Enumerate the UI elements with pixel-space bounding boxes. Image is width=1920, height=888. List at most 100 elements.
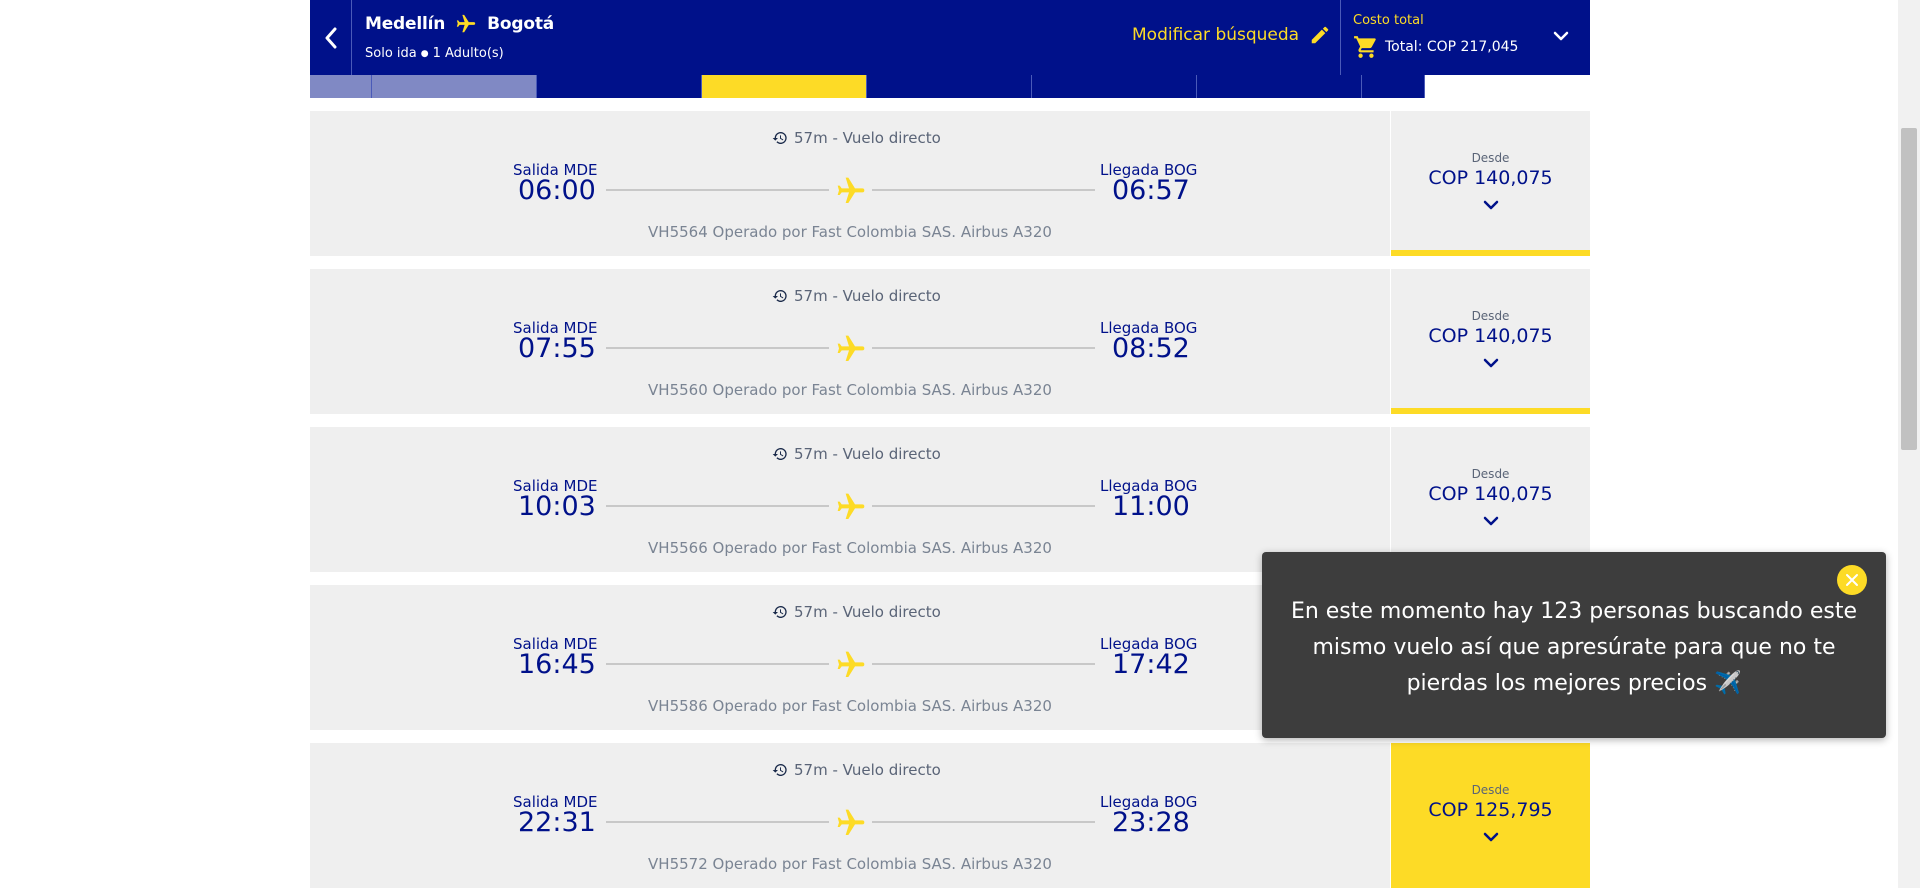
date-tab[interactable] <box>537 75 702 98</box>
flight-duration: 57m - Vuelo directo <box>772 603 941 621</box>
flight-info: 57m - Vuelo directo Salida MDE 06:00 Lle… <box>310 111 1390 256</box>
flight-operator: VH5566 Operado por Fast Colombia SAS. Ai… <box>648 539 1052 557</box>
cost-label: Costo total <box>1353 13 1424 28</box>
price-value: COP 140,075 <box>1428 325 1553 347</box>
date-tab[interactable] <box>1197 75 1362 98</box>
total-cost-panel: Costo total Total: COP 217,045 <box>1340 0 1591 75</box>
departure-time: 07:55 <box>518 333 596 364</box>
departure-time: 22:31 <box>518 807 596 838</box>
route: Medellín Bogotá <box>365 13 554 35</box>
airplane-icon <box>837 809 865 835</box>
price-from-label: Desde <box>1471 467 1510 481</box>
route-line <box>606 505 829 507</box>
modify-search-button[interactable]: Modificar búsqueda <box>1132 24 1331 46</box>
airplane-icon <box>837 177 865 203</box>
toast-close-button[interactable] <box>1837 565 1867 595</box>
airplane-icon <box>456 14 476 33</box>
route-line <box>872 821 1095 823</box>
arrival-time: 08:52 <box>1112 333 1190 364</box>
flight-duration: 57m - Vuelo directo <box>772 129 941 147</box>
fare-price-button[interactable]: Desde COP 140,075 <box>1391 427 1590 572</box>
arrival-time: 17:42 <box>1112 649 1190 680</box>
date-tab[interactable] <box>310 75 372 98</box>
date-tab[interactable] <box>702 75 867 98</box>
passengers: 1 Adulto(s) <box>432 46 504 61</box>
route-line <box>872 505 1095 507</box>
origin-city: Medellín <box>365 14 446 34</box>
route-line <box>606 347 829 349</box>
chevron-down-icon <box>1483 200 1499 210</box>
date-tab-strip <box>310 75 1590 98</box>
flight-operator: VH5560 Operado por Fast Colombia SAS. Ai… <box>648 381 1052 399</box>
duration-text: 57m - Vuelo directo <box>794 761 941 779</box>
close-icon <box>1846 574 1858 586</box>
toast-message: En este momento hay 123 personas buscand… <box>1290 599 1858 696</box>
departure-time: 10:03 <box>518 491 596 522</box>
price-from-label: Desde <box>1471 151 1510 165</box>
route-line <box>606 663 829 665</box>
page-scrollbar-thumb[interactable] <box>1901 128 1917 450</box>
airplane-icon <box>837 335 865 361</box>
arrival-time: 23:28 <box>1112 807 1190 838</box>
trip-info: Solo ida ● 1 Adulto(s) <box>365 46 504 61</box>
separator-dot: ● <box>420 49 429 59</box>
date-tab[interactable] <box>867 75 1032 98</box>
trip-type: Solo ida <box>365 46 417 61</box>
flight-duration: 57m - Vuelo directo <box>772 761 941 779</box>
flight-info: 57m - Vuelo directo Salida MDE 22:31 Lle… <box>310 743 1390 888</box>
flight-results-page: Medellín Bogotá Solo ida ● 1 Adulto(s) Mod… <box>310 0 1590 888</box>
flight-operator: VH5564 Operado por Fast Colombia SAS. Ai… <box>648 223 1052 241</box>
departure-time: 06:00 <box>518 175 596 206</box>
chevron-down-icon <box>1483 358 1499 368</box>
destination-city: Bogotá <box>487 14 555 34</box>
duration-text: 57m - Vuelo directo <box>794 445 941 463</box>
flight-operator: VH5586 Operado por Fast Colombia SAS. Ai… <box>648 697 1052 715</box>
modify-search-label: Modificar búsqueda <box>1132 25 1300 45</box>
airplane-icon <box>837 651 865 677</box>
duration-text: 57m - Vuelo directo <box>794 129 941 147</box>
flight-card[interactable]: 57m - Vuelo directo Salida MDE 06:00 Lle… <box>310 111 1590 256</box>
cost-total-row: Total: COP 217,045 <box>1353 34 1518 60</box>
history-icon <box>772 448 787 460</box>
price-value: COP 140,075 <box>1428 167 1553 189</box>
date-tab[interactable] <box>1032 75 1197 98</box>
chevron-left-icon <box>325 27 336 48</box>
history-icon <box>772 764 787 776</box>
price-value: COP 140,075 <box>1428 483 1553 505</box>
route-line <box>872 189 1095 191</box>
duration-text: 57m - Vuelo directo <box>794 603 941 621</box>
history-icon <box>772 132 787 144</box>
chevron-down-icon <box>1483 832 1499 842</box>
urgency-toast: En este momento hay 123 personas buscand… <box>1262 552 1886 738</box>
departure-time: 16:45 <box>518 649 596 680</box>
flight-info: 57m - Vuelo directo Salida MDE 10:03 Lle… <box>310 427 1390 572</box>
fare-price-button[interactable]: Desde COP 140,075 <box>1391 269 1590 414</box>
flight-card[interactable]: 57m - Vuelo directo Salida MDE 10:03 Lle… <box>310 427 1590 572</box>
arrival-time: 06:57 <box>1112 175 1190 206</box>
arrival-time: 11:00 <box>1112 491 1190 522</box>
flight-card[interactable]: 57m - Vuelo directo Salida MDE 22:31 Lle… <box>310 743 1590 888</box>
flight-card[interactable]: 57m - Vuelo directo Salida MDE 07:55 Lle… <box>310 269 1590 414</box>
date-tab[interactable] <box>1362 75 1425 98</box>
cart-icon <box>1354 36 1376 58</box>
search-summary-header: Medellín Bogotá Solo ida ● 1 Adulto(s) Mod… <box>310 0 1590 75</box>
history-icon <box>772 606 787 618</box>
pencil-icon <box>1311 26 1329 44</box>
date-tab[interactable] <box>372 75 537 98</box>
cost-total-value: Total: COP 217,045 <box>1385 39 1519 55</box>
flight-duration: 57m - Vuelo directo <box>772 287 941 305</box>
price-value: COP 125,795 <box>1428 799 1553 821</box>
route-line <box>606 189 829 191</box>
duration-text: 57m - Vuelo directo <box>794 287 941 305</box>
back-button[interactable] <box>310 0 352 75</box>
history-icon <box>772 290 787 302</box>
chevron-down-icon <box>1483 516 1499 526</box>
fare-price-button[interactable]: Desde COP 125,795 <box>1391 743 1590 888</box>
price-from-label: Desde <box>1471 783 1510 797</box>
fare-price-button[interactable]: Desde COP 140,075 <box>1391 111 1590 256</box>
route-line <box>606 821 829 823</box>
cost-expand-button[interactable] <box>1553 27 1569 46</box>
flight-duration: 57m - Vuelo directo <box>772 445 941 463</box>
flight-info: 57m - Vuelo directo Salida MDE 16:45 Lle… <box>310 585 1390 730</box>
flight-info: 57m - Vuelo directo Salida MDE 07:55 Lle… <box>310 269 1390 414</box>
